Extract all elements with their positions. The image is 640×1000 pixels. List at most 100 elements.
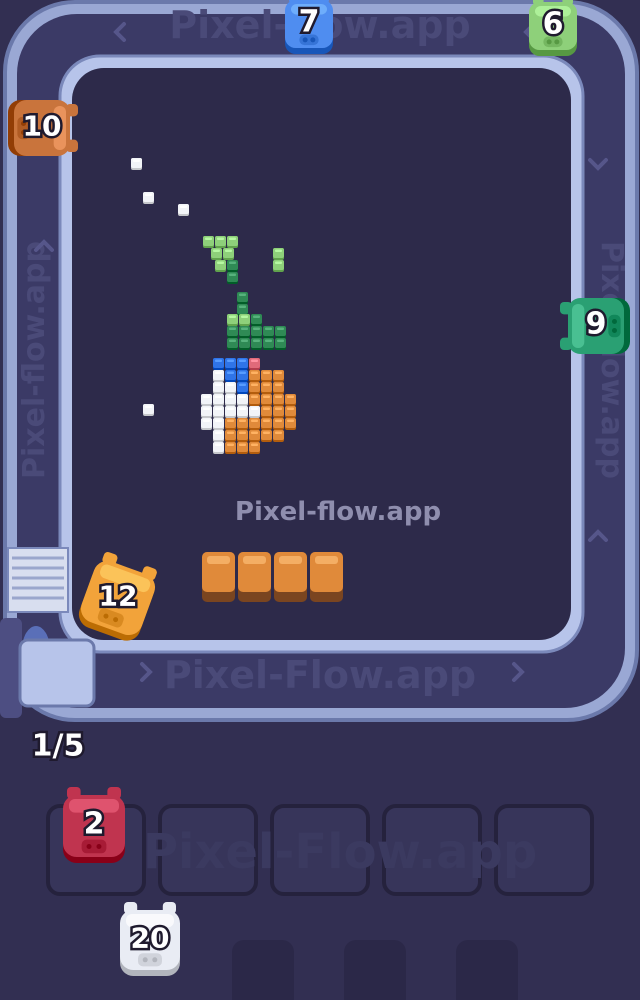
belt-shooter-green[interactable]: 9 xyxy=(560,298,630,354)
pixel-block xyxy=(225,442,236,454)
belt-left-watermark: Pixel-flow.app xyxy=(17,241,52,479)
pixel-block xyxy=(203,236,214,248)
reserve-slots xyxy=(232,940,518,1000)
center-watermark: Pixel-flow.app xyxy=(235,497,441,527)
pixel-block xyxy=(225,382,236,394)
pixel-block xyxy=(263,326,274,338)
belt-shooter-light-green[interactable]: 6 xyxy=(529,0,577,56)
pixel-block xyxy=(227,338,238,350)
pixel-block xyxy=(213,430,224,442)
pixel-block xyxy=(275,338,286,350)
pixel-block xyxy=(273,370,284,382)
pixel-block xyxy=(237,292,248,304)
shooter-ammo-count: 6 xyxy=(543,7,564,42)
pixel-block xyxy=(249,382,260,394)
pixel-block xyxy=(249,358,260,370)
pixel-block xyxy=(143,404,154,416)
pixel-block xyxy=(273,394,284,406)
shooter-ammo-count: 12 xyxy=(99,580,138,613)
pixel-block xyxy=(261,370,272,382)
pixel-block xyxy=(237,382,248,394)
pixel-block xyxy=(239,338,250,350)
pixel-block xyxy=(263,338,274,350)
pixel-block xyxy=(227,272,238,284)
game-scene: Pixel-flow.app Pixel-Flow.app Pixel-flow… xyxy=(0,0,639,1000)
pixel-block xyxy=(261,406,272,418)
shooter-ammo-count: 9 xyxy=(586,307,607,342)
belt-right-watermark: Pixel-flow.app xyxy=(594,241,629,479)
pixel-block xyxy=(285,406,296,418)
pixel-block xyxy=(225,370,236,382)
pixel-block xyxy=(273,418,284,430)
pixel-block xyxy=(261,394,272,406)
pixel-block xyxy=(213,358,224,370)
pixel-block xyxy=(225,418,236,430)
pixel-block xyxy=(285,418,296,430)
pixel-block xyxy=(131,158,142,170)
pixel-block xyxy=(249,394,260,406)
pixel-block xyxy=(237,418,248,430)
belt-bottom-watermark: Pixel-Flow.app xyxy=(164,653,476,697)
shooter-ammo-count: 2 xyxy=(84,807,105,842)
pixel-block xyxy=(215,236,226,248)
pixel-block xyxy=(237,430,248,442)
pixel-block xyxy=(251,338,262,350)
shooter-ammo-count: 7 xyxy=(299,5,320,40)
pixel-block xyxy=(273,248,284,260)
pixel-block xyxy=(143,192,154,204)
pixel-block xyxy=(249,406,260,418)
pixel-block xyxy=(227,260,238,272)
shooter-ammo-count: 20 xyxy=(131,922,170,955)
queue-shooter-white[interactable]: 20 xyxy=(120,902,180,976)
belt-shooter-blue[interactable]: 7 xyxy=(285,0,333,54)
pixel-block xyxy=(213,394,224,406)
pixel-block xyxy=(237,370,248,382)
pixel-block xyxy=(261,430,272,442)
pixel-block xyxy=(249,430,260,442)
pixel-block xyxy=(225,358,236,370)
pixel-block xyxy=(201,406,212,418)
belt-shooter-brown[interactable]: 10 xyxy=(8,100,78,156)
pixel-block xyxy=(249,370,260,382)
pixel-block xyxy=(273,430,284,442)
pixel-block xyxy=(261,418,272,430)
pixel-block xyxy=(285,394,296,406)
orange-block xyxy=(238,552,271,602)
pixel-block xyxy=(213,442,224,454)
pixel-block xyxy=(237,394,248,406)
pixel-block xyxy=(237,406,248,418)
queue-shooter-red[interactable]: 2 xyxy=(63,787,125,863)
orange-block xyxy=(202,552,235,602)
pixel-block xyxy=(227,314,238,326)
pixel-block xyxy=(239,314,250,326)
shooter-ammo-count: 10 xyxy=(23,110,62,143)
pixel-block xyxy=(211,248,222,260)
orange-block xyxy=(274,552,307,602)
pixel-block xyxy=(227,236,238,248)
pixel-block xyxy=(201,418,212,430)
game-screen: Pixel-flow.app Pixel-Flow.app Pixel-flow… xyxy=(0,0,640,1000)
slots-watermark: Pixel-Flow.app xyxy=(143,824,537,880)
pixel-block xyxy=(227,326,238,338)
pixel-block xyxy=(213,418,224,430)
pixel-block xyxy=(249,442,260,454)
pixel-block xyxy=(251,326,262,338)
pixel-block xyxy=(215,260,226,272)
pixel-block xyxy=(249,418,260,430)
pixel-block xyxy=(225,394,236,406)
pixel-block xyxy=(273,406,284,418)
pixel-block xyxy=(213,382,224,394)
pixel-block xyxy=(225,406,236,418)
orange-block xyxy=(310,552,343,602)
pixel-block xyxy=(275,326,286,338)
pixel-block xyxy=(213,406,224,418)
pixel-block xyxy=(201,394,212,406)
pixel-block xyxy=(273,382,284,394)
pixel-block xyxy=(239,326,250,338)
pixel-block xyxy=(251,314,262,326)
pixel-block xyxy=(237,442,248,454)
pixel-block xyxy=(225,430,236,442)
pixel-block xyxy=(261,382,272,394)
pixel-block xyxy=(223,248,234,260)
pixel-block xyxy=(237,358,248,370)
